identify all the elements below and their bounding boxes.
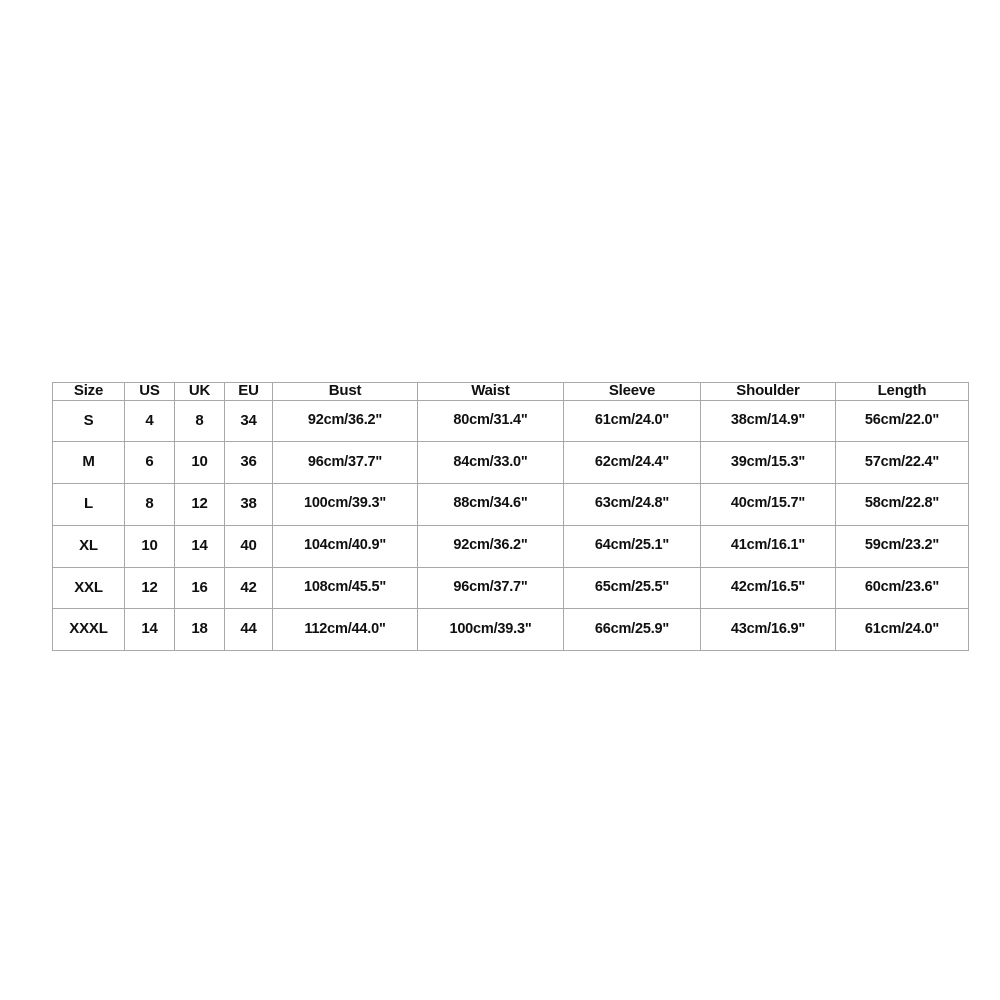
cell-us: 10 bbox=[124, 524, 175, 568]
table-row: S 4 8 34 92cm/36.2" 80cm/31.4" 61cm/24.0" 38cm/… bbox=[52, 399, 969, 443]
cell-uk: 12 bbox=[174, 483, 225, 526]
cell-bust: 96cm/37.7" bbox=[272, 441, 418, 484]
cell-uk: 8 bbox=[174, 399, 225, 443]
cell-bust: 92cm/36.2" bbox=[272, 399, 418, 443]
cell-size: XL bbox=[52, 524, 125, 568]
column-header-shoulder: Shoulder bbox=[700, 382, 836, 401]
cell-us: 4 bbox=[124, 399, 175, 443]
cell-length: 57cm/22.4" bbox=[835, 441, 969, 484]
column-header-eu: EU bbox=[224, 382, 273, 401]
cell-bust: 108cm/45.5" bbox=[272, 566, 418, 610]
table-row: M 6 10 36 96cm/37.7" 84cm/33.0" 62cm/24.4" 39cm… bbox=[52, 441, 969, 484]
column-header-uk: UK bbox=[174, 382, 225, 401]
cell-shoulder: 40cm/15.7" bbox=[700, 483, 836, 526]
column-header-bust: Bust bbox=[272, 382, 418, 401]
column-header-waist: Waist bbox=[417, 382, 564, 401]
cell-length: 60cm/23.6" bbox=[835, 566, 969, 610]
cell-uk: 14 bbox=[174, 524, 225, 568]
cell-shoulder: 42cm/16.5" bbox=[700, 566, 836, 610]
cell-length: 56cm/22.0" bbox=[835, 399, 969, 443]
size-chart-container: Size US UK EU Bust Waist Sleeve Shoulder Length … bbox=[52, 382, 969, 651]
cell-sleeve: 65cm/25.5" bbox=[563, 566, 701, 610]
cell-eu: 38 bbox=[224, 483, 273, 526]
cell-length: 59cm/23.2" bbox=[835, 524, 969, 568]
cell-size: S bbox=[52, 399, 125, 443]
table-row: XXXL 14 18 44 112cm/44.0" 100cm/39.3" 66cm/25.… bbox=[52, 608, 969, 651]
table-header-row: Size US UK EU Bust Waist Sleeve Shoulder Length bbox=[52, 382, 969, 401]
cell-waist: 80cm/31.4" bbox=[417, 399, 564, 443]
cell-us: 12 bbox=[124, 566, 175, 610]
cell-shoulder: 38cm/14.9" bbox=[700, 399, 836, 443]
cell-bust: 112cm/44.0" bbox=[272, 608, 418, 651]
cell-uk: 18 bbox=[174, 608, 225, 651]
cell-length: 58cm/22.8" bbox=[835, 483, 969, 526]
cell-sleeve: 62cm/24.4" bbox=[563, 441, 701, 484]
cell-shoulder: 43cm/16.9" bbox=[700, 608, 836, 651]
cell-size: XXL bbox=[52, 566, 125, 610]
cell-eu: 42 bbox=[224, 566, 273, 610]
table-row: XL 10 14 40 104cm/40.9" 92cm/36.2" 64cm/25.1" 4… bbox=[52, 524, 969, 568]
cell-bust: 100cm/39.3" bbox=[272, 483, 418, 526]
column-header-size: Size bbox=[52, 382, 125, 401]
cell-waist: 100cm/39.3" bbox=[417, 608, 564, 651]
cell-eu: 34 bbox=[224, 399, 273, 443]
cell-eu: 44 bbox=[224, 608, 273, 651]
size-chart-table: Size US UK EU Bust Waist Sleeve Shoulder Length … bbox=[52, 382, 969, 651]
cell-shoulder: 41cm/16.1" bbox=[700, 524, 836, 568]
column-header-sleeve: Sleeve bbox=[563, 382, 701, 401]
cell-sleeve: 61cm/24.0" bbox=[563, 399, 701, 443]
table-row: XXL 12 16 42 108cm/45.5" 96cm/37.7" 65cm/25.5"… bbox=[52, 566, 969, 610]
cell-us: 6 bbox=[124, 441, 175, 484]
cell-sleeve: 64cm/25.1" bbox=[563, 524, 701, 568]
cell-eu: 36 bbox=[224, 441, 273, 484]
cell-waist: 96cm/37.7" bbox=[417, 566, 564, 610]
cell-shoulder: 39cm/15.3" bbox=[700, 441, 836, 484]
table-row: L 8 12 38 100cm/39.3" 88cm/34.6" 63cm/24.8" 40c… bbox=[52, 483, 969, 526]
cell-us: 8 bbox=[124, 483, 175, 526]
size-chart-body: S 4 8 34 92cm/36.2" 80cm/31.4" 61cm/24.0" 38cm/… bbox=[52, 399, 969, 651]
cell-size: XXXL bbox=[52, 608, 125, 651]
column-header-length: Length bbox=[835, 382, 969, 401]
cell-uk: 16 bbox=[174, 566, 225, 610]
cell-size: L bbox=[52, 483, 125, 526]
cell-length: 61cm/24.0" bbox=[835, 608, 969, 651]
cell-uk: 10 bbox=[174, 441, 225, 484]
cell-waist: 92cm/36.2" bbox=[417, 524, 564, 568]
cell-waist: 84cm/33.0" bbox=[417, 441, 564, 484]
cell-bust: 104cm/40.9" bbox=[272, 524, 418, 568]
cell-size: M bbox=[52, 441, 125, 484]
column-header-us: US bbox=[124, 382, 175, 401]
size-chart-header: Size US UK EU Bust Waist Sleeve Shoulder Length bbox=[52, 382, 969, 401]
cell-us: 14 bbox=[124, 608, 175, 651]
cell-sleeve: 63cm/24.8" bbox=[563, 483, 701, 526]
cell-sleeve: 66cm/25.9" bbox=[563, 608, 701, 651]
cell-waist: 88cm/34.6" bbox=[417, 483, 564, 526]
cell-eu: 40 bbox=[224, 524, 273, 568]
